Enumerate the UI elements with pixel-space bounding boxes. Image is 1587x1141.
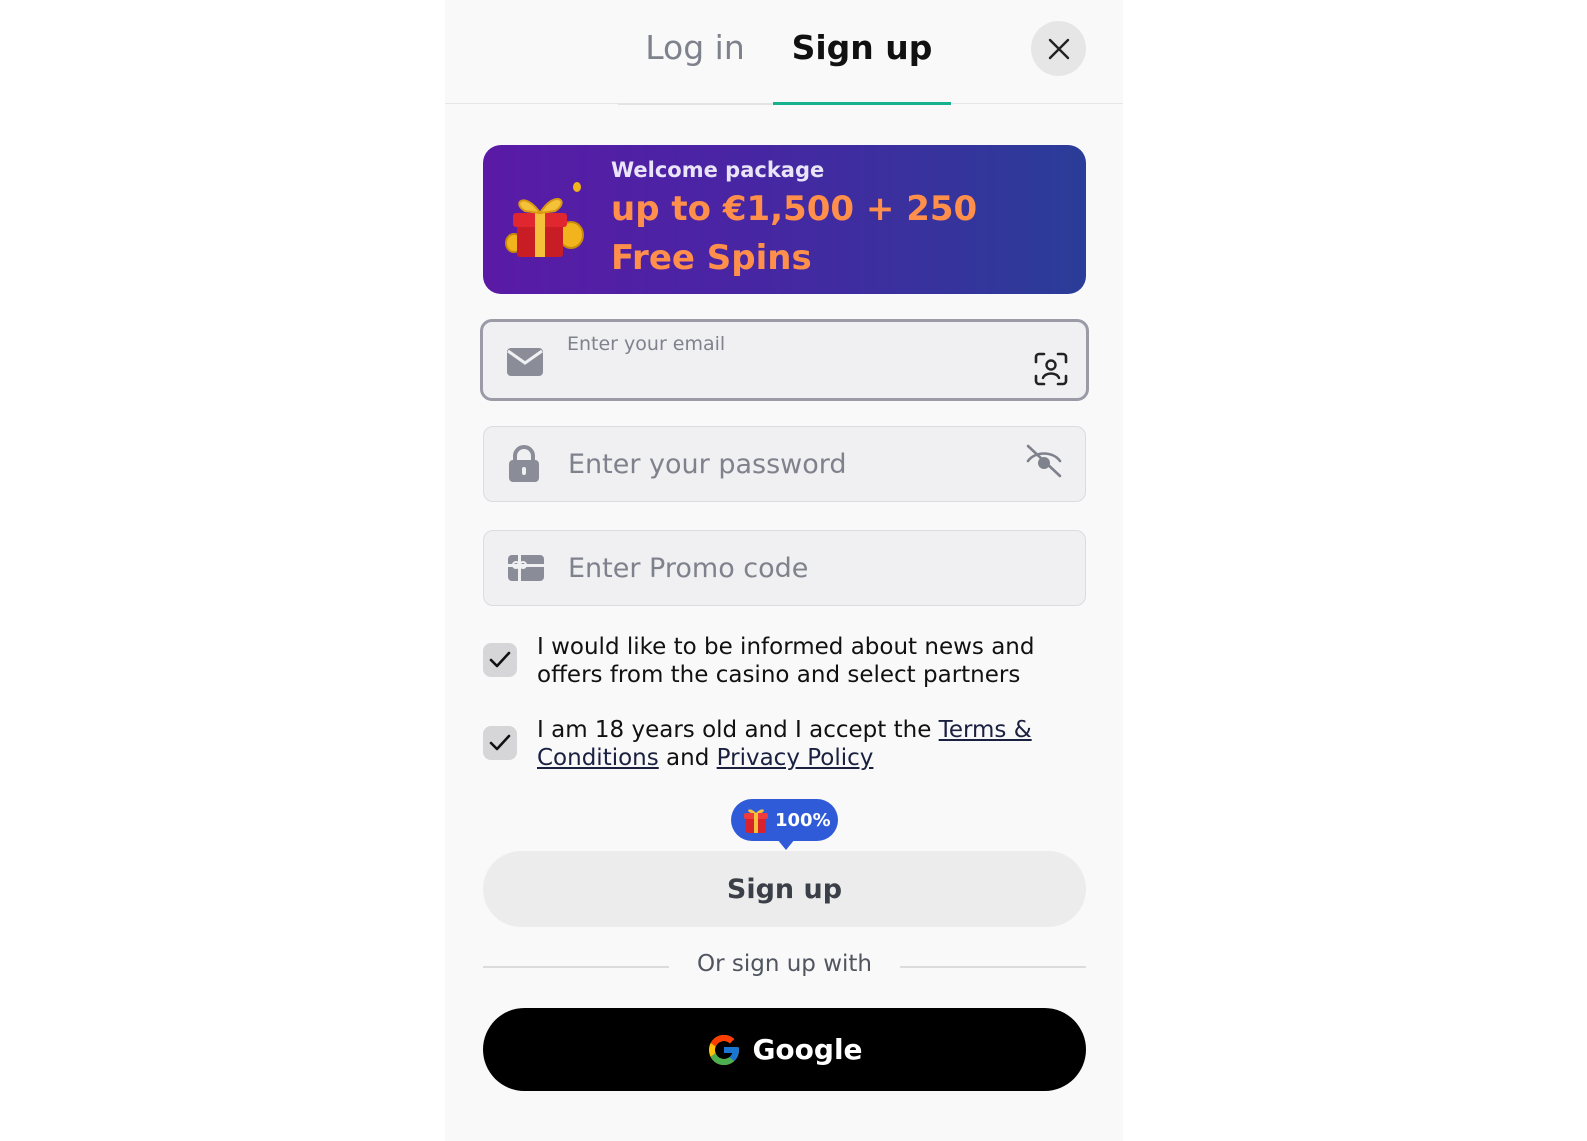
close-button[interactable]	[1031, 21, 1086, 76]
face-id-icon[interactable]	[1034, 352, 1068, 386]
gift-card-icon	[508, 555, 544, 581]
privacy-policy-link[interactable]: Privacy Policy	[717, 745, 874, 771]
age-consent-text: I am 18 years old and I accept the Terms…	[537, 716, 1082, 772]
bonus-progress-percent: 100%	[775, 809, 831, 831]
bonus-badge-pointer	[777, 839, 795, 850]
tab-signup[interactable]: Sign up	[773, 28, 951, 105]
google-logo-icon	[709, 1034, 740, 1065]
password-input[interactable]	[568, 442, 1008, 486]
tab-signup-label: Sign up	[791, 28, 933, 67]
news-consent-text: I would like to be informed about news a…	[537, 634, 1035, 688]
close-icon	[1048, 38, 1069, 59]
age-consent-prefix: I am 18 years old and I accept the	[537, 717, 939, 743]
google-signup-button[interactable]: Google	[483, 1008, 1086, 1091]
tab-signup-active-indicator	[773, 102, 951, 105]
gift-box-icon	[505, 182, 584, 257]
eye-off-icon[interactable]	[1025, 443, 1063, 479]
tab-login[interactable]: Log in	[618, 28, 772, 105]
email-field[interactable]: Enter your email	[480, 319, 1089, 401]
gift-icon	[744, 809, 768, 833]
email-field-label: Enter your email	[567, 333, 726, 355]
lock-icon	[509, 445, 539, 482]
welcome-banner[interactable]: Welcome package up to €1,500 + 250 Free …	[483, 145, 1086, 294]
banner-kicker: Welcome package	[611, 158, 825, 182]
signup-modal: Log in Sign up Welcome package up to €1,…	[445, 0, 1123, 1141]
tab-login-underline	[618, 103, 772, 105]
check-icon	[489, 734, 511, 751]
promo-code-field[interactable]	[483, 530, 1086, 606]
divider-line-right	[900, 966, 1086, 968]
divider-line-left	[483, 966, 669, 968]
social-signup-divider: Or sign up with	[696, 951, 872, 977]
age-consent-checkbox[interactable]	[483, 726, 517, 760]
envelope-icon	[507, 348, 543, 376]
age-consent-middle: and	[658, 745, 717, 771]
signup-submit-button[interactable]: Sign up	[483, 851, 1086, 927]
google-button-label: Google	[752, 1033, 863, 1066]
auth-tabs: Log in Sign up	[445, 0, 1123, 105]
tab-login-label: Log in	[645, 28, 745, 67]
promo-code-input[interactable]	[568, 546, 1008, 590]
banner-headline: up to €1,500 + 250 Free Spins	[611, 189, 978, 278]
check-icon	[489, 651, 511, 668]
news-consent-checkbox[interactable]	[483, 643, 517, 677]
password-field[interactable]	[483, 426, 1086, 502]
bonus-progress-badge: 100%	[731, 799, 838, 841]
email-input[interactable]	[567, 362, 1007, 392]
